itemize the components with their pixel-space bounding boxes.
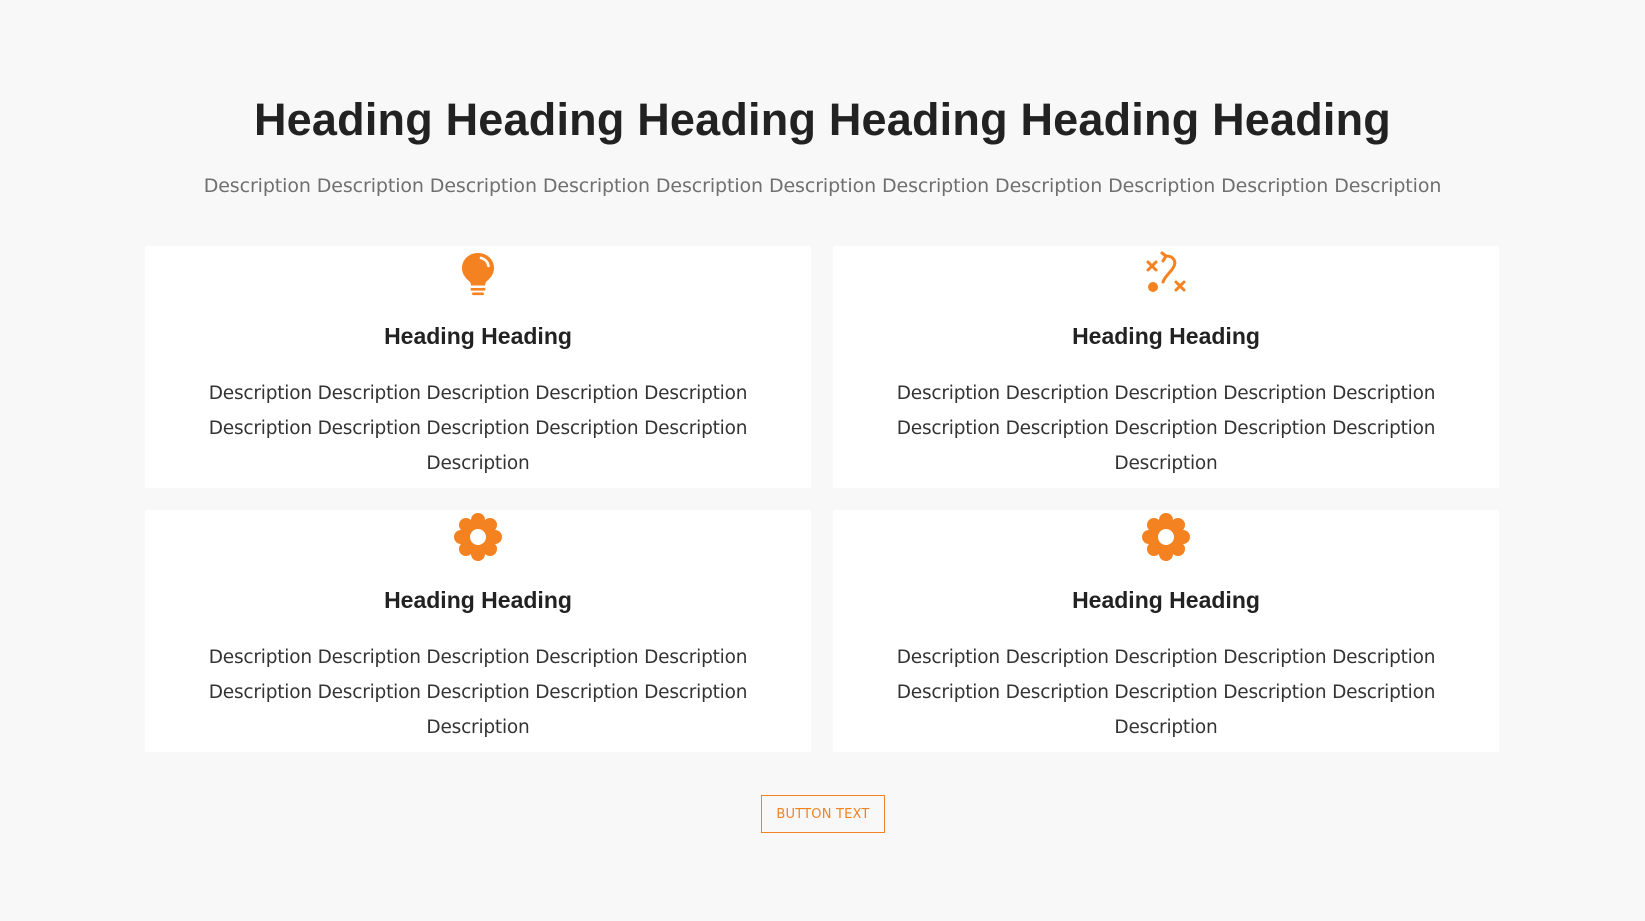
card-description: Description Description Description Desc… [208, 647, 748, 738]
card-description: Description Description Description Desc… [208, 383, 748, 474]
feature-card: Heading Heading Description Description … [833, 510, 1499, 752]
feature-grid: Heading Heading Description Description … [145, 246, 1501, 752]
feature-card: Heading Heading Description Description … [833, 246, 1499, 488]
gear-icon [1141, 512, 1191, 562]
strategy-icon [1141, 248, 1191, 298]
page: Heading Heading Heading Heading Heading … [0, 0, 1645, 921]
card-description: Description Description Description Desc… [896, 647, 1436, 738]
card-description: Description Description Description Desc… [896, 383, 1436, 474]
feature-card: Heading Heading Description Description … [145, 510, 811, 752]
card-title: Heading Heading [1072, 587, 1260, 613]
card-title: Heading Heading [384, 587, 572, 613]
lightbulb-icon [453, 248, 503, 298]
page-title: Heading Heading Heading Heading Heading … [253, 94, 1391, 145]
gear-icon [453, 512, 503, 562]
card-title: Heading Heading [384, 323, 572, 349]
page-description: Description Description Description Desc… [203, 175, 1442, 197]
card-title: Heading Heading [1072, 323, 1260, 349]
cta-button[interactable]: BUTTON TEXT [761, 795, 885, 833]
feature-card: Heading Heading Description Description … [145, 246, 811, 488]
